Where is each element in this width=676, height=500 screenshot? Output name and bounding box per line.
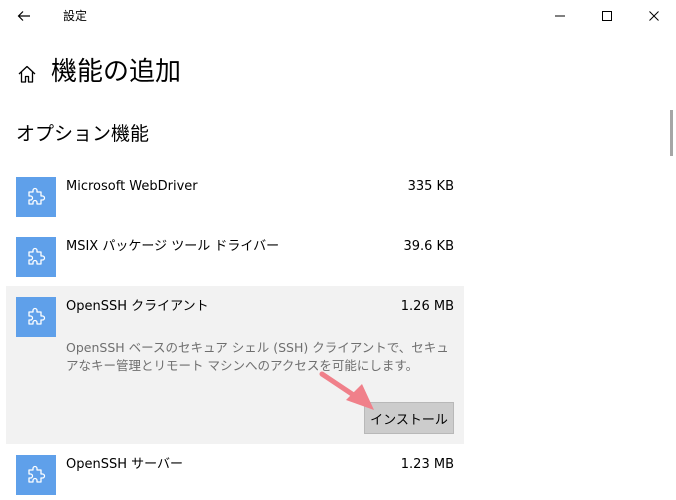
feature-size: 1.23 MB [400,457,454,472]
feature-item-microsoft-webdriver[interactable]: Microsoft WebDriver 335 KB [6,166,464,226]
minimize-icon[interactable] [537,2,583,30]
feature-name: OpenSSH クライアント [66,299,209,314]
title-bar: 設定 [0,0,676,32]
puzzle-piece-icon [16,297,56,337]
feature-description: OpenSSH ベースのセキュア シェル (SSH) クライアントで、セキュアな… [66,340,449,373]
scrollbar-thumb[interactable] [670,110,673,156]
feature-name: Microsoft WebDriver [66,179,198,194]
maximize-icon[interactable] [584,2,630,30]
feature-item-openssh-server[interactable]: OpenSSH サーバー 1.23 MB [6,444,464,500]
feature-name: MSIX パッケージ ツール ドライバー [66,239,280,254]
window-title: 設定 [63,9,88,23]
page-header: 機能の追加 [0,52,500,92]
back-arrow-icon[interactable] [12,4,36,28]
install-button[interactable]: インストール [364,402,454,434]
feature-item-msix-packaging-tool-driver[interactable]: MSIX パッケージ ツール ドライバー 39.6 KB [6,226,464,286]
feature-item-openssh-client[interactable]: OpenSSH クライアント 1.26 MB OpenSSH ベースのセキュア … [6,286,464,444]
feature-size: 335 KB [407,179,454,194]
puzzle-piece-icon [16,237,56,277]
section-title: オプション機能 [16,123,150,145]
page-title: 機能の追加 [51,57,182,87]
puzzle-piece-icon [16,177,56,217]
home-icon[interactable] [16,63,38,85]
feature-name: OpenSSH サーバー [66,457,184,472]
feature-size: 39.6 KB [403,239,454,254]
close-icon[interactable] [631,2,676,30]
puzzle-piece-icon [16,455,56,495]
feature-size: 1.26 MB [400,299,454,314]
